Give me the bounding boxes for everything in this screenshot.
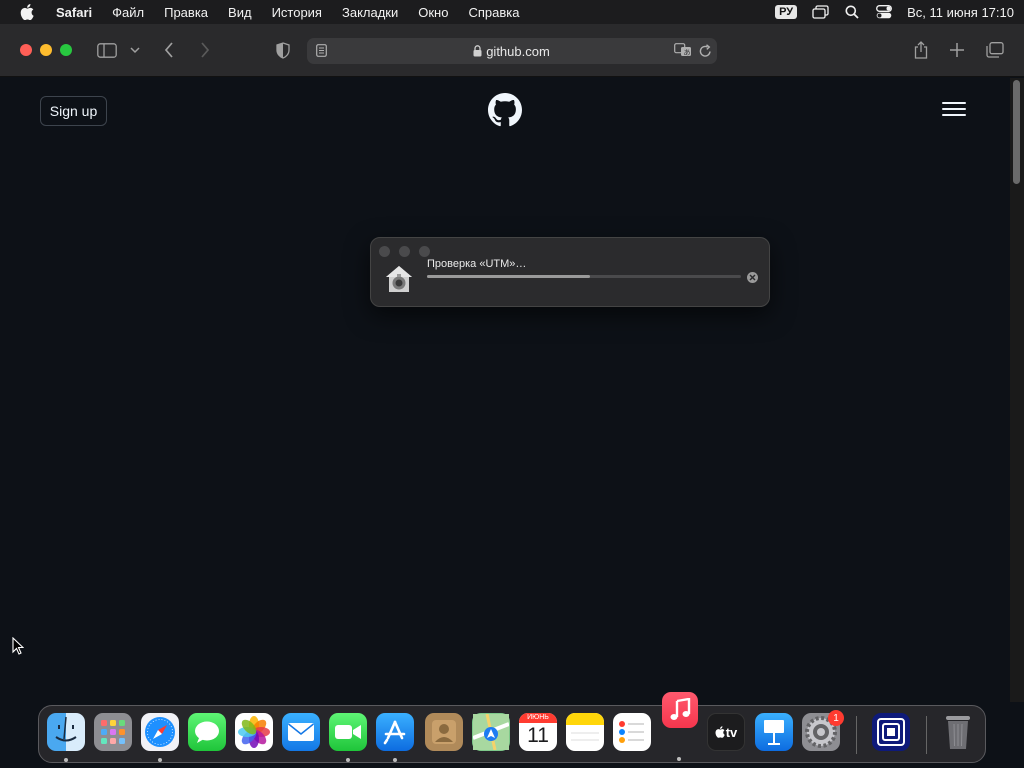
verification-progress-dialog: Проверка «UTM»… [370, 237, 770, 307]
cancel-stop-icon[interactable] [747, 272, 758, 283]
dock-separator [856, 716, 857, 754]
safari-icon[interactable] [141, 713, 179, 751]
utm-icon[interactable] [872, 713, 910, 751]
scrollbar-thumb[interactable] [1013, 80, 1020, 184]
menu-help[interactable]: Справка [458, 5, 529, 20]
mouse-cursor-icon [12, 636, 25, 660]
settings-notification-badge: 1 [828, 710, 844, 726]
svg-text:あ: あ [684, 49, 691, 57]
keynote-icon[interactable] [755, 713, 793, 751]
privacy-shield-icon[interactable] [274, 40, 292, 60]
dock-separator-trash [926, 716, 927, 754]
spotlight-search-icon[interactable] [843, 3, 861, 21]
menu-history[interactable]: История [262, 5, 332, 20]
sidebar-toggle-icon[interactable] [96, 40, 118, 60]
dialog-zoom-button[interactable] [419, 246, 430, 257]
github-logo-icon[interactable] [488, 93, 522, 127]
music-running-indicator [677, 757, 681, 761]
dialog-close-button[interactable] [379, 246, 390, 257]
facetime-icon[interactable] [329, 713, 367, 751]
hamburger-menu-icon[interactable] [942, 102, 966, 120]
forward-button-icon[interactable] [196, 40, 214, 60]
finder-icon[interactable] [47, 713, 85, 751]
dock: ИЮНЬ 11 tv 1 [38, 705, 986, 763]
reminders-icon[interactable] [613, 713, 651, 751]
menu-edit[interactable]: Правка [154, 5, 218, 20]
zoom-window-button[interactable] [60, 44, 72, 56]
dialog-title: Проверка «UTM»… [427, 258, 527, 270]
music-icon[interactable] [662, 692, 698, 728]
reader-view-icon[interactable] [316, 44, 327, 60]
minimize-window-button[interactable] [40, 44, 52, 56]
menu-window[interactable]: Окно [408, 5, 458, 20]
menu-bar: Safari Файл Правка Вид История Закладки … [0, 0, 1024, 24]
calendar-month: ИЮНЬ [519, 713, 557, 723]
input-source-indicator[interactable]: РУ [775, 5, 798, 19]
contacts-icon[interactable] [425, 713, 463, 751]
progress-bar-fill [427, 275, 591, 278]
app-store-icon[interactable] [376, 713, 414, 751]
gatekeeper-house-icon [384, 264, 414, 294]
photos-icon[interactable] [235, 713, 273, 751]
apple-tv-icon[interactable]: tv [707, 713, 745, 751]
trash-icon[interactable] [939, 713, 977, 751]
finder-running-indicator [64, 758, 68, 762]
tab-overview-icon[interactable] [985, 40, 1005, 60]
address-url: github.com [486, 43, 550, 59]
dialog-minimize-button[interactable] [399, 246, 410, 257]
messages-icon[interactable] [188, 713, 226, 751]
menu-file[interactable]: Файл [102, 5, 154, 20]
stage-manager-icon[interactable] [811, 3, 829, 21]
facetime-running-indicator [346, 758, 350, 762]
sign-up-button[interactable]: Sign up [40, 96, 107, 126]
chevron-down-icon[interactable] [128, 42, 142, 58]
calendar-day: 11 [527, 724, 549, 747]
apple-menu-icon[interactable] [18, 3, 36, 21]
browser-toolbar: github.com あ [0, 24, 1024, 77]
translate-icon[interactable]: あ [674, 43, 692, 60]
menu-view[interactable]: Вид [218, 5, 262, 20]
launchpad-icon[interactable] [94, 713, 132, 751]
control-center-icon[interactable] [875, 3, 893, 21]
new-tab-icon[interactable] [948, 40, 966, 60]
safari-running-indicator [158, 758, 162, 762]
menu-app-name[interactable]: Safari [46, 5, 102, 20]
reload-icon[interactable] [699, 44, 712, 61]
notes-icon[interactable] [566, 713, 604, 751]
web-page: Sign up [0, 78, 1010, 702]
app-store-running-indicator [393, 758, 397, 762]
lock-icon [473, 45, 482, 60]
share-icon[interactable] [912, 39, 930, 61]
back-button-icon[interactable] [160, 40, 178, 60]
mail-icon[interactable] [282, 713, 320, 751]
calendar-icon[interactable]: ИЮНЬ 11 [519, 713, 557, 751]
address-bar[interactable]: github.com あ [307, 38, 717, 64]
maps-icon[interactable] [472, 713, 510, 751]
close-window-button[interactable] [20, 44, 32, 56]
menu-clock[interactable]: Вс, 11 июня 17:10 [907, 5, 1014, 20]
menu-bookmarks[interactable]: Закладки [332, 5, 408, 20]
apple-tv-label: tv [725, 724, 738, 740]
verification-progress-bar [427, 275, 741, 278]
